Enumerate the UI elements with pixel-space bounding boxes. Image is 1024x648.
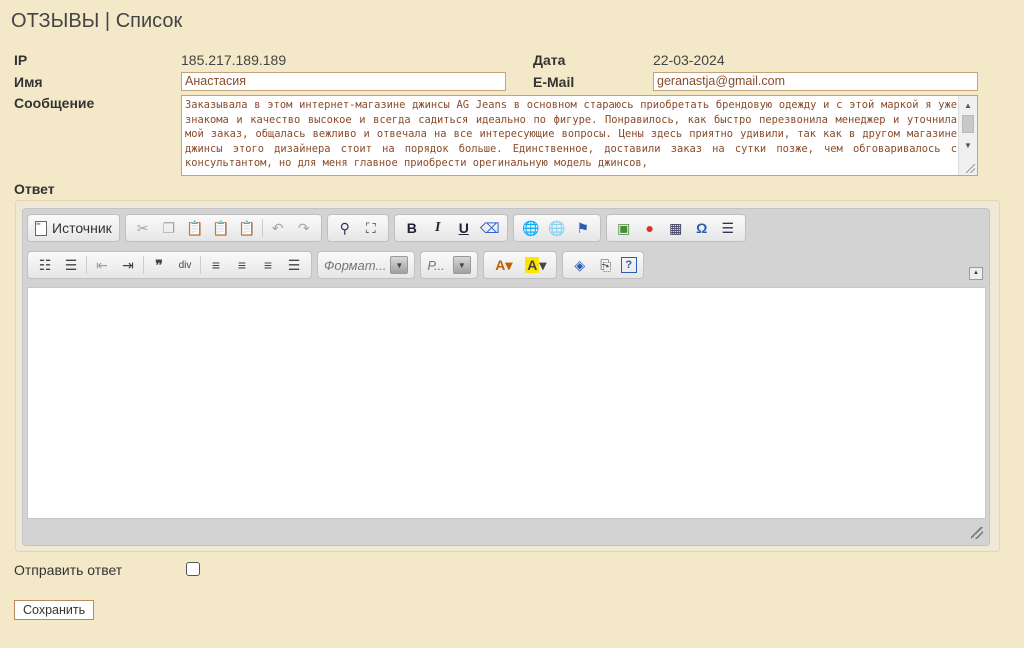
unlink-icon[interactable]: 🌐 xyxy=(546,217,568,239)
outdent-icon[interactable]: ⇤ xyxy=(91,254,113,276)
ip-label: IP xyxy=(14,52,28,68)
separator xyxy=(86,256,87,274)
message-text: Заказывала в этом интернет-магазине джин… xyxy=(185,99,957,169)
send-reply-checkbox[interactable] xyxy=(186,562,200,576)
paste-text-icon[interactable]: 📋 xyxy=(210,217,232,239)
find-group: ⚲ ⛶ xyxy=(326,214,389,242)
scroll-thumb[interactable] xyxy=(962,115,974,133)
align-center-icon[interactable]: ≡ xyxy=(231,254,253,276)
flash-icon[interactable]: ● xyxy=(639,217,661,239)
format-dropdown[interactable]: Формат... ▼ xyxy=(324,254,409,276)
editor-resize-icon[interactable] xyxy=(971,527,983,539)
format-group: Формат... ▼ xyxy=(317,251,416,279)
cut-icon[interactable]: ✂ xyxy=(132,217,154,239)
separator xyxy=(261,219,263,237)
page-break-icon[interactable]: ☰ xyxy=(717,217,739,239)
maximize-icon[interactable]: ◈ xyxy=(569,254,591,276)
italic-icon[interactable]: I xyxy=(427,217,449,239)
name-field[interactable]: Анастасия xyxy=(181,72,506,91)
collapse-toolbar-icon[interactable]: ▲ xyxy=(969,267,983,280)
insert-group: ▣ ● ▦ Ω ☰ xyxy=(605,214,746,242)
source-icon: ≡ xyxy=(35,219,47,236)
format-dropdown-label: Формат... xyxy=(324,257,387,273)
editor-content-area[interactable] xyxy=(27,287,986,519)
source-button[interactable]: ≡ Источник xyxy=(32,219,115,236)
message-textarea[interactable]: Заказывала в этом интернет-магазине джин… xyxy=(181,95,978,176)
select-all-icon[interactable]: ⛶ xyxy=(360,217,382,239)
align-left-icon[interactable]: ≡ xyxy=(205,254,227,276)
font-size-dropdown-label: Р... xyxy=(427,257,445,273)
find-icon[interactable]: ⚲ xyxy=(334,217,356,239)
date-value: 22-03-2024 xyxy=(653,52,725,68)
page-title: ОТЗЫВЫ | Список xyxy=(11,10,183,32)
links-group: 🌐 🌐 ⚑ xyxy=(512,214,601,242)
source-group: ≡ Источник xyxy=(27,214,120,242)
separator xyxy=(200,256,201,274)
send-reply-label: Отправить ответ xyxy=(14,562,123,578)
redo-icon[interactable]: ↷ xyxy=(293,217,315,239)
toolbar-row-2: ☷ ☰ ⇤ ⇥ ❞ div ≡ ≡ ≡ ☰ Формат... ▼ Р... ▼… xyxy=(27,251,644,279)
align-right-icon[interactable]: ≡ xyxy=(257,254,279,276)
scroll-down-icon[interactable]: ▼ xyxy=(959,138,977,154)
font-size-dropdown[interactable]: Р... ▼ xyxy=(427,254,471,276)
font-group: Р... ▼ xyxy=(420,251,478,279)
justify-icon[interactable]: ☰ xyxy=(283,254,305,276)
table-icon[interactable]: ▦ xyxy=(665,217,687,239)
scroll-up-icon[interactable]: ▲ xyxy=(959,98,977,114)
basic-styles-group: B I U ⌫ xyxy=(393,214,508,242)
colors-group: A▾ A ▾ xyxy=(482,251,557,279)
create-div-icon[interactable]: div xyxy=(174,254,196,276)
bold-icon[interactable]: B xyxy=(401,217,423,239)
separator xyxy=(143,256,144,274)
image-icon[interactable]: ▣ xyxy=(613,217,635,239)
lists-group: ☷ ☰ ⇤ ⇥ ❞ div ≡ ≡ ≡ ☰ xyxy=(27,251,312,279)
chevron-down-icon[interactable]: ▼ xyxy=(452,256,471,274)
tools-group: ◈ ⎘ ? xyxy=(561,251,644,279)
show-blocks-icon[interactable]: ⎘ xyxy=(595,254,617,276)
source-label: Источник xyxy=(52,220,112,236)
save-button[interactable]: Сохранить xyxy=(14,600,95,620)
answer-label: Ответ xyxy=(14,181,55,197)
date-label: Дата xyxy=(533,52,566,68)
numbered-list-icon[interactable]: ☷ xyxy=(34,254,56,276)
paste-word-icon[interactable]: 📋 xyxy=(236,217,258,239)
editor-frame: ≡ Источник ✂ ❐ 📋 📋 📋 ↶ ↷ ⚲ ⛶ B I U ⌫ 🌐 🌐… xyxy=(22,208,990,546)
text-color-icon[interactable]: A▾ xyxy=(490,254,518,276)
underline-icon[interactable]: U xyxy=(453,217,475,239)
email-label: E-Mail xyxy=(533,74,575,90)
bg-color-icon[interactable]: A ▾ xyxy=(522,254,550,276)
clipboard-group: ✂ ❐ 📋 📋 📋 ↶ ↷ xyxy=(124,214,322,242)
anchor-icon[interactable]: ⚑ xyxy=(572,217,594,239)
rich-text-editor: ≡ Источник ✂ ❐ 📋 📋 📋 ↶ ↷ ⚲ ⛶ B I U ⌫ 🌐 🌐… xyxy=(15,200,1000,552)
blockquote-icon[interactable]: ❞ xyxy=(148,254,170,276)
message-label: Сообщение xyxy=(14,95,95,111)
name-label: Имя xyxy=(14,74,43,90)
undo-icon[interactable]: ↶ xyxy=(267,217,289,239)
indent-icon[interactable]: ⇥ xyxy=(117,254,139,276)
chevron-down-icon[interactable]: ▼ xyxy=(390,256,409,274)
copy-icon[interactable]: ❐ xyxy=(158,217,180,239)
resize-grip-icon[interactable] xyxy=(966,164,975,173)
bulleted-list-icon[interactable]: ☰ xyxy=(60,254,82,276)
ip-value: 185.217.189.189 xyxy=(181,52,287,68)
remove-format-icon[interactable]: ⌫ xyxy=(479,217,501,239)
about-icon[interactable]: ? xyxy=(620,257,637,273)
link-icon[interactable]: 🌐 xyxy=(520,217,542,239)
toolbar-row-1: ≡ Источник ✂ ❐ 📋 📋 📋 ↶ ↷ ⚲ ⛶ B I U ⌫ 🌐 🌐… xyxy=(27,214,746,242)
special-char-icon[interactable]: Ω xyxy=(691,217,713,239)
paste-icon[interactable]: 📋 xyxy=(184,217,206,239)
email-field[interactable]: geranastja@gmail.com xyxy=(653,72,978,91)
